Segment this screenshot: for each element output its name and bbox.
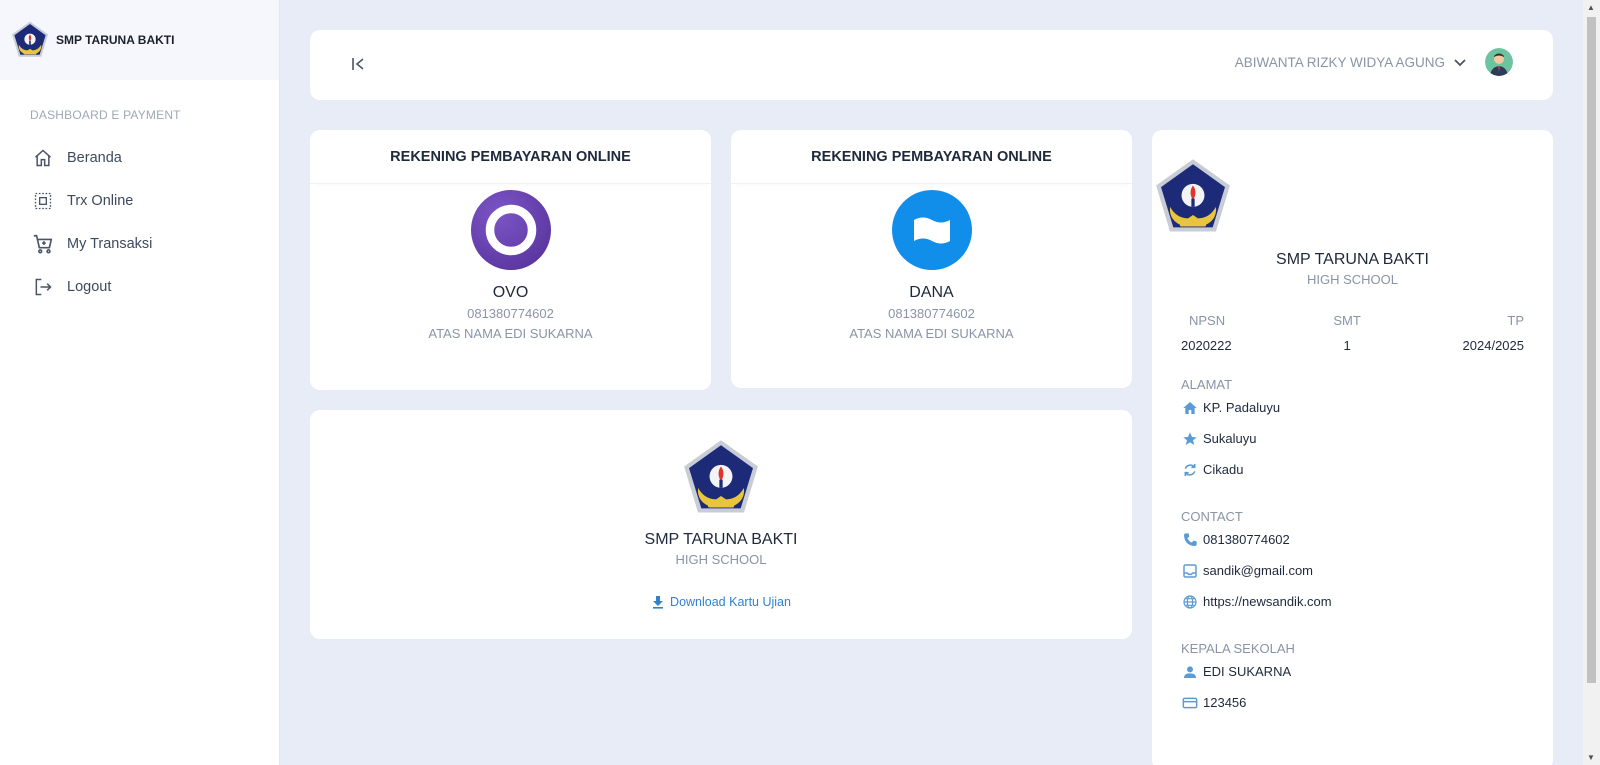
stat-value: 1 xyxy=(1343,338,1351,353)
sidebar-brand[interactable]: SMP TARUNA BAKTI xyxy=(0,0,279,80)
stat-tp: TP 2024/2025 xyxy=(1463,313,1524,353)
school-name: SMP TARUNA BAKTI xyxy=(644,531,798,548)
school-level: HIGH SCHOOL xyxy=(675,552,767,567)
sidebar-item-label: My Transaksi xyxy=(67,235,153,252)
sidebar-item-label: Beranda xyxy=(67,149,122,166)
head-row: EDI SUKARNA xyxy=(1181,656,1553,687)
school-logo-icon xyxy=(1152,156,1234,238)
card-title: REKENING PEMBAYARAN ONLINE xyxy=(731,130,1132,184)
collapse-sidebar-icon[interactable] xyxy=(348,54,368,74)
sidebar-menu: Beranda Trx Online My Transaksi Logout xyxy=(0,136,279,308)
card-title: REKENING PEMBAYARAN ONLINE xyxy=(310,130,711,184)
download-icon xyxy=(651,595,665,609)
home-icon xyxy=(32,147,54,169)
avatar xyxy=(1485,48,1513,76)
payment-holder: ATAS NAMA EDI SUKARNA xyxy=(428,326,593,341)
stat-label: NPSN xyxy=(1189,313,1226,328)
address-text: KP. Padaluyu xyxy=(1203,400,1281,415)
payment-card-ovo: REKENING PEMBAYARAN ONLINE OVO 081380774… xyxy=(310,130,711,390)
address-row: KP. Padaluyu xyxy=(1181,392,1553,423)
payment-name: DANA xyxy=(909,284,954,301)
stat-value: 2020222 xyxy=(1181,338,1232,353)
sidebar-item-logout[interactable]: Logout xyxy=(0,265,279,308)
address-row: Sukaluyu xyxy=(1181,423,1553,454)
payment-number: 081380774602 xyxy=(467,306,554,321)
phone-icon xyxy=(1181,531,1198,548)
sidebar-item-beranda[interactable]: Beranda xyxy=(0,136,279,179)
payment-card-dana: REKENING PEMBAYARAN ONLINE DANA 08138077… xyxy=(731,130,1132,388)
scroll-down-icon[interactable]: ▼ xyxy=(1587,753,1595,762)
scan-icon xyxy=(32,190,54,212)
school-logo-icon xyxy=(10,20,50,60)
school-profile-card: SMP TARUNA BAKTI HIGH SCHOOL NPSN 202022… xyxy=(1152,130,1553,765)
sidebar-item-label: Trx Online xyxy=(67,192,134,209)
address-row: Cikadu xyxy=(1181,454,1553,485)
address-section: ALAMAT KP. Padaluyu Sukaluyu Cikadu CONT… xyxy=(1181,377,1553,718)
profile-school-level: HIGH SCHOOL xyxy=(1306,272,1398,287)
topbar: ABIWANTA RIZKY WIDYA AGUNG xyxy=(310,30,1553,100)
head-text: EDI SUKARNA xyxy=(1203,664,1292,679)
dana-logo-icon xyxy=(891,190,972,270)
brand-name: SMP TARUNA BAKTI xyxy=(56,33,175,47)
school-card: SMP TARUNA BAKTI HIGH SCHOOL Download Ka… xyxy=(310,410,1132,639)
payment-name: OVO xyxy=(492,284,529,301)
person-icon xyxy=(1181,663,1198,680)
globe-icon xyxy=(1181,593,1198,610)
school-stats: NPSN 2020222 SMT 1 TP 2024/2025 xyxy=(1181,313,1524,353)
user-name: ABIWANTA RIZKY WIDYA AGUNG xyxy=(1234,54,1445,70)
stat-smt: SMT 1 xyxy=(1333,313,1360,353)
chevron-down-icon xyxy=(1453,55,1467,69)
star-icon xyxy=(1181,430,1198,447)
stat-value: 2024/2025 xyxy=(1462,338,1524,353)
payment-number: 081380774602 xyxy=(888,306,975,321)
stat-label: SMT xyxy=(1333,313,1361,328)
head-text: 123456 xyxy=(1203,695,1247,710)
stat-label: TP xyxy=(1507,313,1524,328)
home-icon xyxy=(1181,399,1198,416)
download-kartu-ujian-link[interactable]: Download Kartu Ujian xyxy=(651,595,791,609)
sidebar-item-label: Logout xyxy=(67,278,112,295)
ovo-logo-icon xyxy=(470,190,551,270)
sync-icon xyxy=(1181,461,1198,478)
contact-text: sandik@gmail.com xyxy=(1203,563,1314,578)
cart-icon xyxy=(32,233,54,255)
address-text: Sukaluyu xyxy=(1203,431,1257,446)
profile-school-name: SMP TARUNA BAKTI xyxy=(1276,251,1429,268)
head-row: 123456 xyxy=(1181,687,1553,718)
contact-row: https://newsandik.com xyxy=(1181,586,1553,617)
scrollbar-thumb[interactable] xyxy=(1587,17,1596,683)
inbox-icon xyxy=(1181,562,1198,579)
school-logo-icon xyxy=(680,437,762,519)
scroll-up-icon[interactable]: ▲ xyxy=(1587,3,1595,12)
stat-npsn: NPSN 2020222 xyxy=(1181,313,1232,353)
contact-row: sandik@gmail.com xyxy=(1181,555,1553,586)
payment-holder: ATAS NAMA EDI SUKARNA xyxy=(849,326,1014,341)
card-icon xyxy=(1181,694,1198,711)
vertical-scrollbar[interactable]: ▲ ▼ xyxy=(1583,0,1600,765)
contact-text: https://newsandik.com xyxy=(1203,594,1332,609)
contact-text: 081380774602 xyxy=(1203,532,1290,547)
address-text: Cikadu xyxy=(1203,462,1244,477)
contact-row: 081380774602 xyxy=(1181,524,1553,555)
section-label: ALAMAT xyxy=(1181,377,1233,392)
sidebar: SMP TARUNA BAKTI DASHBOARD E PAYMENT Ber… xyxy=(0,0,280,765)
user-menu[interactable]: ABIWANTA RIZKY WIDYA AGUNG xyxy=(1235,48,1513,76)
sidebar-item-my-transaksi[interactable]: My Transaksi xyxy=(0,222,279,265)
section-label: KEPALA SEKOLAH xyxy=(1181,641,1295,656)
logout-icon xyxy=(32,276,54,298)
download-label: Download Kartu Ujian xyxy=(670,595,791,609)
section-label: CONTACT xyxy=(1181,509,1243,524)
menu-heading: DASHBOARD E PAYMENT xyxy=(30,108,181,122)
sidebar-item-trx-online[interactable]: Trx Online xyxy=(0,179,279,222)
